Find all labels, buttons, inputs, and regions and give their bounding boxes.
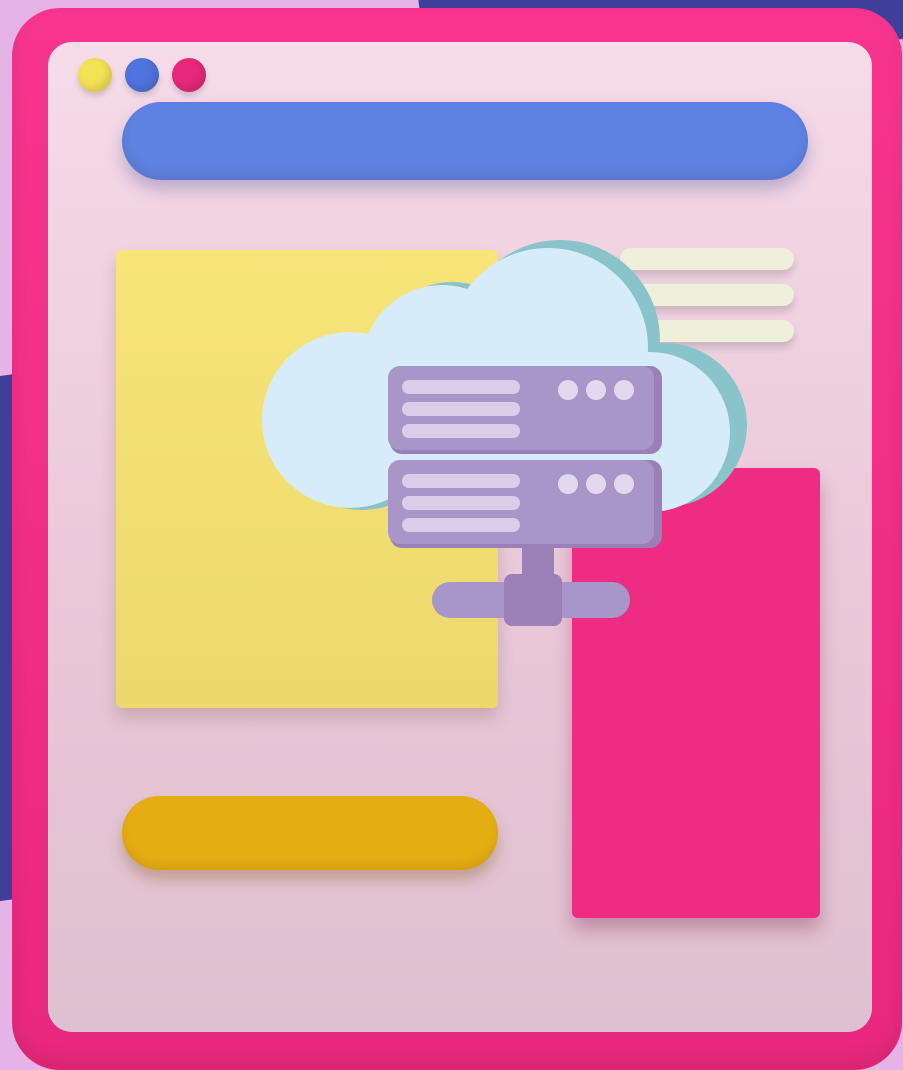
server-unit-bottom [388, 460, 662, 548]
window-dot-magenta[interactable] [172, 58, 206, 92]
address-bar[interactable] [122, 102, 808, 180]
cloud-server-icon [262, 240, 747, 626]
yellow-button[interactable] [122, 796, 498, 870]
server-network-stand [432, 546, 630, 626]
window-dot-yellow[interactable] [78, 58, 112, 92]
window-dot-blue[interactable] [125, 58, 159, 92]
server-unit-top [388, 366, 662, 454]
